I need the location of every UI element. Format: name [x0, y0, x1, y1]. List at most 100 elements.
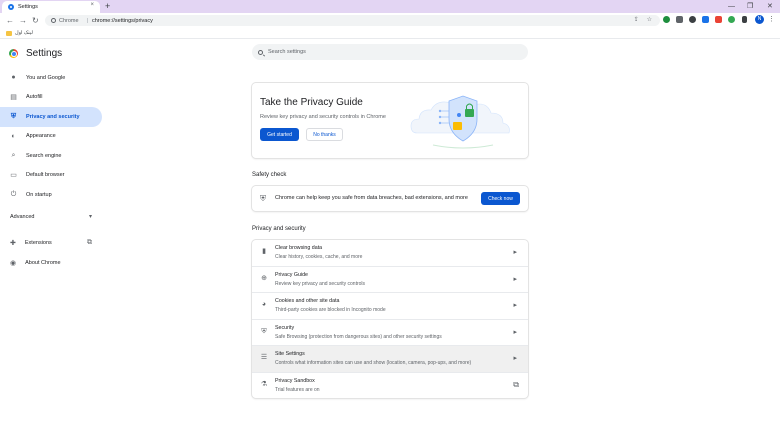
row-description: Clear history, cookies, cache, and more [275, 254, 363, 260]
row-title: Cookies and other site data [275, 298, 340, 304]
restore-icon[interactable]: ❐ [747, 0, 753, 13]
sidebar-advanced[interactable]: Advanced [10, 214, 34, 220]
search-input[interactable]: Search settings [252, 44, 528, 60]
extension-2-icon[interactable] [676, 16, 683, 23]
site-chip[interactable]: Chrome [51, 18, 79, 24]
sidebar-item-label: About Chrome [25, 260, 61, 266]
menu-icon[interactable]: ⋮ [768, 14, 775, 26]
privacy-guide-card: Take the Privacy Guide Review key privac… [252, 83, 528, 158]
close-window-icon[interactable]: ✕ [767, 0, 773, 13]
open-in-new-icon: ⧉ [513, 379, 519, 389]
row-title: Privacy Sandbox [275, 377, 315, 384]
sidebar-item-label: On startup [26, 191, 52, 198]
extension-3-icon[interactable] [689, 16, 696, 23]
row-title: Privacy Guide [275, 271, 308, 278]
search-icon [258, 49, 263, 55]
row-privacy-guide[interactable]: ⊕ Privacy Guide Review key privacy and s… [252, 267, 528, 293]
row-title: Site Settings [275, 351, 305, 357]
sidebar-item-label: Appearance [26, 133, 56, 140]
safety-check-text: Chrome can help keep you safe from data … [275, 195, 468, 201]
back-button[interactable]: ← [6, 14, 14, 27]
chevron-right-icon: ▸ [513, 328, 517, 336]
row-description: Controls what information sites can use … [275, 360, 472, 366]
bookmark-folder[interactable]: لینک اول [6, 30, 33, 36]
row-description: Review key privacy and security controls [275, 280, 366, 287]
privacy-security-card: ▮ Clear browsing data Clear history, coo… [252, 240, 528, 398]
chevron-right-icon: ▸ [513, 302, 517, 309]
bookmark-folder-label: لینک اول [15, 30, 33, 36]
minimize-icon[interactable]: — [728, 0, 735, 13]
sidebar-item-privacy-and-security[interactable]: ⛨ Privacy and security [0, 107, 102, 127]
get-started-button[interactable]: Get started [260, 128, 299, 141]
flask-icon: ⚗ [260, 380, 268, 388]
row-clear-browsing-data[interactable]: ▮ Clear browsing data Clear history, coo… [252, 240, 528, 267]
row-security[interactable]: ⛨ Security Safe Browsing (protection fro… [252, 320, 528, 346]
row-description: Third-party cookies are blocked in Incog… [275, 307, 386, 313]
reload-button[interactable]: ↻ [32, 14, 39, 27]
no-thanks-button[interactable]: No thanks [306, 128, 343, 141]
url-text[interactable]: chrome://settings/privacy [92, 18, 153, 24]
tab-title: Settings [18, 4, 38, 10]
sidebar-item-label: Search engine [26, 152, 62, 159]
tab-settings[interactable]: Settings × [2, 1, 100, 13]
privacy-guide-description: Review key privacy and security controls… [260, 114, 386, 120]
privacy-guide-title: Take the Privacy Guide [260, 97, 363, 108]
extension-5-icon[interactable] [715, 16, 722, 23]
shield-check-icon: ⛨ [260, 194, 266, 203]
privacy-guide-illustration [410, 95, 510, 149]
power-icon: ⏻ [10, 190, 17, 198]
chrome-about-icon: ◉ [10, 260, 17, 267]
shield-icon: ⛨ [10, 112, 17, 120]
search-engine-icon: ⌕ [11, 151, 16, 159]
chrome-icon [51, 18, 56, 23]
sidebar-item-label: Privacy and security [26, 113, 80, 120]
cookie-icon: ◕ [261, 301, 267, 308]
chevron-right-icon: ▸ [513, 249, 517, 256]
sidebar-item-you-and-google[interactable]: ● You and Google [0, 68, 102, 88]
sidebar-item-label: Autofill [26, 94, 43, 101]
profile-avatar[interactable]: N [755, 15, 764, 24]
sidebar-item-search-engine[interactable]: ⌕ Search engine [0, 146, 102, 166]
new-tab-button[interactable]: + [105, 0, 110, 13]
row-title: Clear browsing data [275, 245, 323, 251]
security-shield-icon: ⛨ [261, 327, 267, 335]
autofill-icon: ▤ [10, 94, 17, 102]
forward-button[interactable]: → [19, 14, 27, 27]
person-icon: ● [11, 74, 16, 82]
row-cookies[interactable]: ◕ Cookies and other site data Third-part… [252, 293, 528, 320]
sidebar-item-about-chrome[interactable]: ◉ About Chrome [10, 259, 61, 267]
row-privacy-sandbox[interactable]: ⚗ Privacy Sandbox Trial features are on … [252, 373, 528, 399]
translate-icon[interactable] [702, 16, 709, 23]
row-site-settings[interactable]: ☰ Site Settings Controls what informatio… [252, 346, 528, 373]
sidebar-item-appearance[interactable]: ◐ Appearance [0, 127, 102, 147]
privacy-security-heading: Privacy and security [252, 226, 306, 232]
extensions-puzzle-icon[interactable] [742, 16, 747, 23]
sidebar-item-on-startup[interactable]: ⏻ On startup [0, 185, 102, 205]
omnibox-actions: ⇪ ☆ [634, 15, 652, 26]
trash-icon: ▮ [262, 248, 266, 255]
tab-close-icon[interactable]: × [90, 2, 94, 8]
extension-6-icon[interactable] [728, 16, 735, 23]
sidebar-item-label: Extensions [24, 240, 52, 246]
open-in-new-icon[interactable]: ⧉ [87, 239, 92, 247]
compass-icon: ⊕ [261, 274, 267, 282]
bookmarks-bar: لینک اول [0, 28, 780, 39]
address-bar[interactable]: Chrome | chrome://settings/privacy ⇪ ☆ [45, 15, 660, 26]
sidebar-nav: ● You and Google ▤ Autofill ⛨ Privacy an… [0, 68, 102, 205]
chevron-down-icon[interactable]: ▾ [89, 213, 92, 220]
sidebar-item-autofill[interactable]: ▤ Autofill [0, 88, 102, 108]
bookmark-star-icon[interactable]: ☆ [647, 15, 652, 26]
chevron-right-icon: ▸ [513, 355, 517, 362]
extension-1-icon[interactable] [663, 16, 670, 23]
sidebar-item-default-browser[interactable]: ▭ Default browser [0, 166, 102, 186]
page-title: Settings [26, 48, 63, 59]
sliders-icon: ☰ [260, 354, 268, 361]
search-placeholder: Search settings [268, 49, 306, 55]
row-description: Safe Browsing (protection from dangerous… [275, 333, 442, 340]
separator: | [86, 17, 88, 24]
share-icon[interactable]: ⇪ [634, 15, 639, 26]
safety-check-heading: Safety check [252, 172, 287, 178]
sidebar-item-label: You and Google [26, 74, 66, 81]
palette-icon: ◐ [11, 132, 16, 140]
check-now-button[interactable]: Check now [481, 192, 520, 205]
